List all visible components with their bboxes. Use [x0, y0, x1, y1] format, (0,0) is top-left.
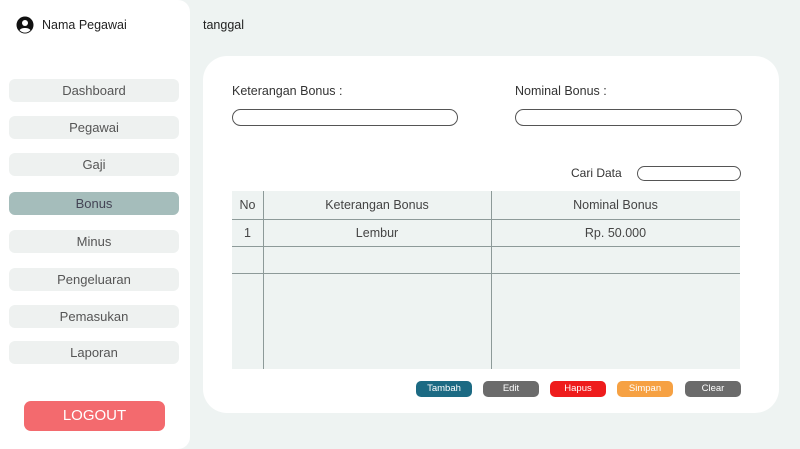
tambah-button[interactable]: Tambah: [416, 381, 472, 397]
simpan-button[interactable]: Simpan: [617, 381, 673, 397]
keterangan-bonus-label: Keterangan Bonus :: [232, 84, 343, 98]
bonus-form-card: Keterangan Bonus : Nominal Bonus : Cari …: [203, 56, 779, 413]
header-keterangan: Keterangan Bonus: [325, 198, 429, 212]
edit-button[interactable]: Edit: [483, 381, 539, 397]
logout-button[interactable]: LOGOUT: [24, 401, 165, 431]
table-header-row: No Keterangan Bonus Nominal Bonus: [232, 191, 740, 220]
column-divider: [491, 191, 492, 369]
cell-no: 1: [244, 226, 251, 240]
hapus-button[interactable]: Hapus: [550, 381, 606, 397]
bonus-table: No Keterangan Bonus Nominal Bonus 1 Lemb…: [232, 191, 740, 369]
app-window: Nama Pegawai Dashboard Pegawai Gaji Bonu…: [0, 0, 800, 449]
keterangan-bonus-input[interactable]: [232, 109, 458, 126]
sidebar: Nama Pegawai Dashboard Pegawai Gaji Bonu…: [0, 0, 190, 449]
date-label: tanggal: [203, 18, 245, 32]
sidebar-item-pengeluaran[interactable]: Pengeluaran: [9, 268, 179, 291]
user-profile: Nama Pegawai: [16, 16, 127, 34]
sidebar-item-pegawai[interactable]: Pegawai: [9, 116, 179, 139]
cell-nominal: [491, 247, 740, 273]
table-row[interactable]: 1 Lembur Rp. 50.000: [232, 220, 740, 247]
sidebar-item-laporan[interactable]: Laporan: [9, 341, 179, 364]
cell-no: [232, 247, 263, 273]
cell-keterangan: Lembur: [355, 226, 399, 240]
sidebar-item-minus[interactable]: Minus: [9, 230, 179, 253]
nominal-bonus-input[interactable]: [515, 109, 742, 126]
cell-nominal: Rp. 50.000: [584, 226, 647, 240]
cell-keterangan: [263, 247, 491, 273]
header-no: No: [239, 198, 256, 212]
header-nominal: Nominal Bonus: [573, 198, 658, 212]
user-name: Nama Pegawai: [42, 18, 127, 32]
table-row[interactable]: [232, 247, 740, 274]
clear-button[interactable]: Clear: [685, 381, 741, 397]
sidebar-item-pemasukan[interactable]: Pemasukan: [9, 305, 179, 328]
sidebar-item-dashboard[interactable]: Dashboard: [9, 79, 179, 102]
user-circle-icon: [16, 16, 34, 34]
column-divider: [263, 191, 264, 369]
search-input[interactable]: [637, 166, 741, 181]
nominal-bonus-label: Nominal Bonus :: [515, 84, 607, 98]
search-label: Cari Data: [571, 166, 622, 180]
sidebar-item-gaji[interactable]: Gaji: [9, 153, 179, 176]
sidebar-item-bonus[interactable]: Bonus: [9, 192, 179, 215]
